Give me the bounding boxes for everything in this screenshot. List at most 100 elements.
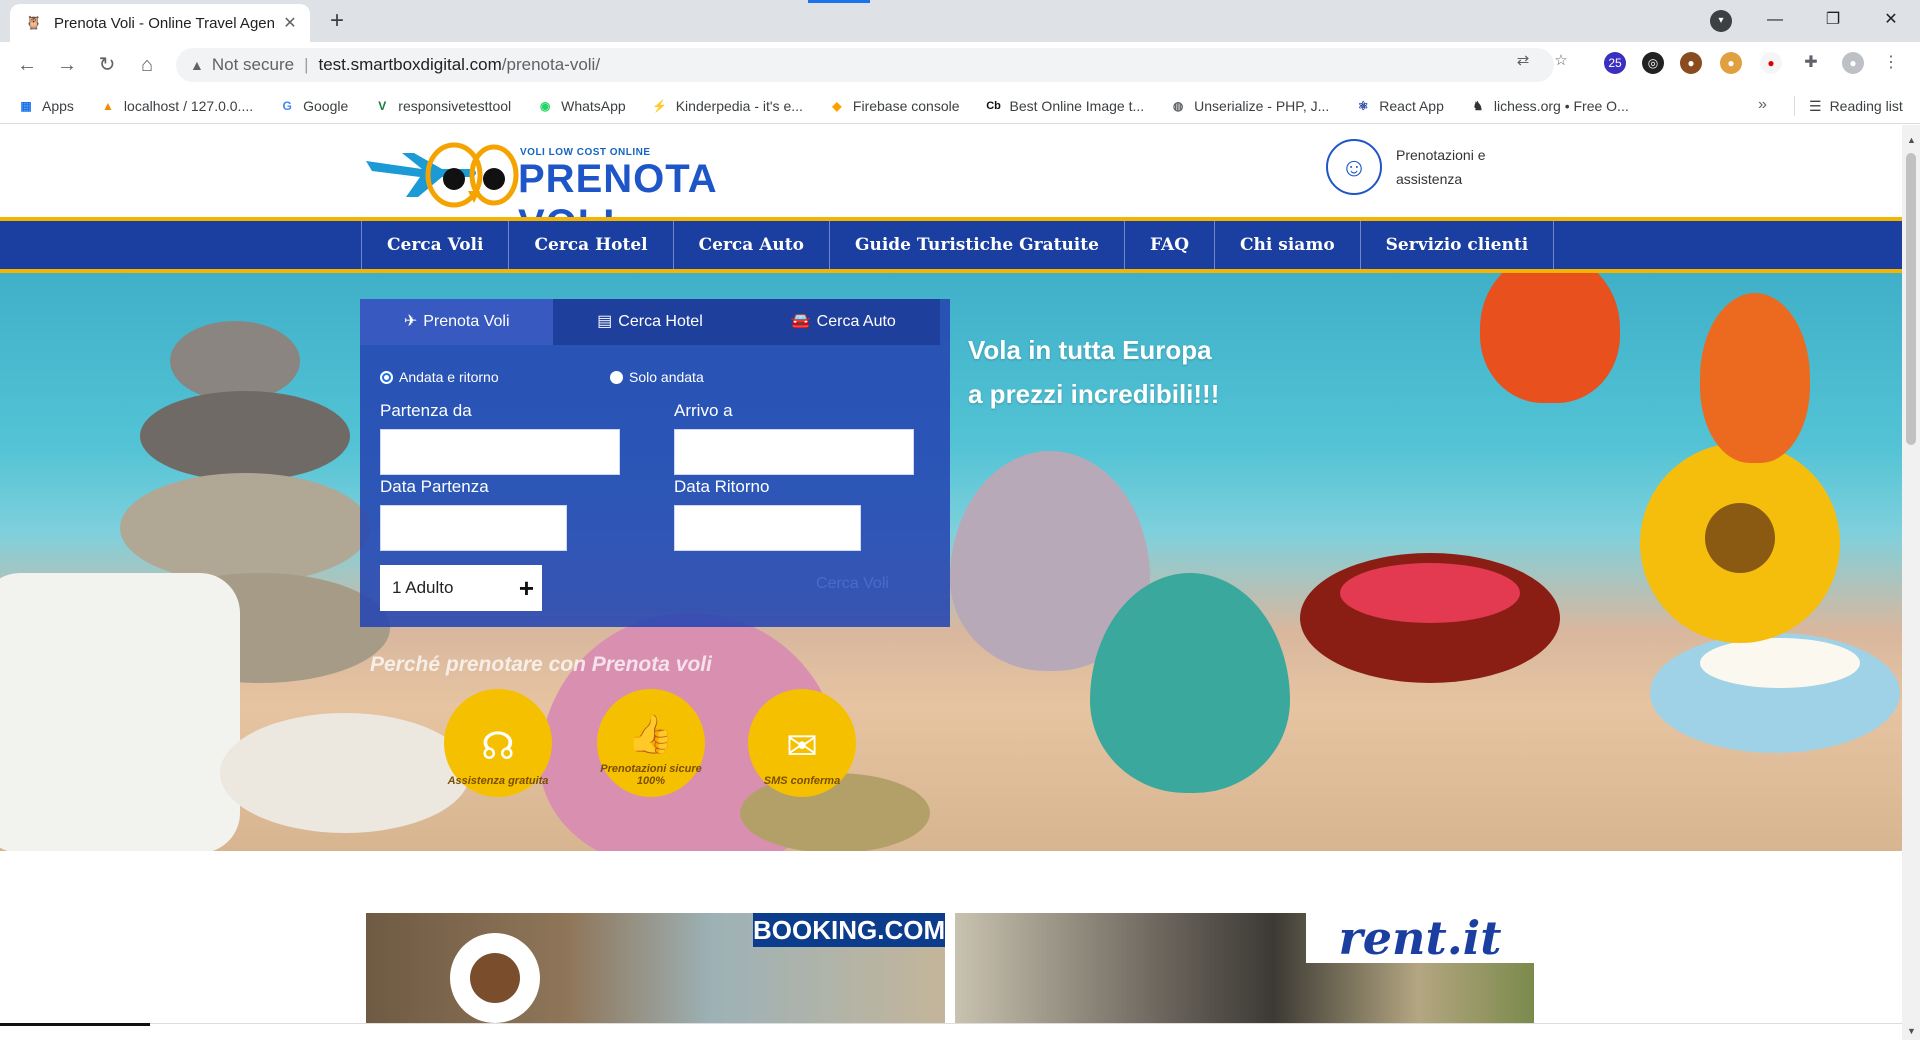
reading-list-label: Reading list [1829, 98, 1903, 114]
rent-promo-banner[interactable]: rent.it [955, 913, 1534, 1040]
nav-chi-siamo[interactable]: Chi siamo [1215, 221, 1361, 269]
home-icon[interactable]: ⌂ [132, 50, 162, 80]
bookmark-label: localhost / 127.0.0.... [123, 97, 254, 114]
bookmark-image-tool[interactable]: Cb Best Online Image t... [986, 98, 1144, 114]
security-label: Not secure [211, 55, 295, 74]
search-tabs: ✈ Prenota Voli ▤ Cerca Hotel 🚘 Cerca Auto [360, 299, 940, 345]
depart-date-input[interactable] [380, 505, 567, 551]
address-bar[interactable]: ▲ Not secure | test.smartboxdigital.com/… [176, 48, 1554, 82]
tab-label: Prenota Voli [423, 313, 510, 330]
bookmark-label: Unserialize - PHP, J... [1194, 97, 1330, 114]
page-scrollbar[interactable]: ▲ ▼ [1902, 125, 1920, 1040]
bookmark-label: Google [303, 97, 349, 114]
cookie-extension-icon[interactable]: ● [1680, 52, 1702, 74]
forward-icon[interactable]: → [52, 50, 82, 80]
radio-roundtrip[interactable]: Andata e ritorno [380, 369, 499, 385]
scroll-down-icon[interactable]: ▼ [1907, 1026, 1916, 1036]
kinderpedia-icon: ⚡ [652, 98, 668, 113]
radio-selected-icon [380, 370, 393, 384]
bookmark-label: React App [1379, 97, 1444, 114]
bookmark-star-icon[interactable]: ☆ [1550, 50, 1572, 72]
nav-cerca-voli[interactable]: Cerca Voli [362, 221, 510, 269]
new-tab-button[interactable]: + [322, 6, 352, 36]
candle-decoration [1700, 638, 1860, 688]
scroll-up-icon[interactable]: ▲ [1907, 135, 1916, 145]
hero-line-1: Vola in tutta Europa [968, 335, 1212, 365]
bookmark-label: lichess.org • Free O... [1493, 97, 1629, 114]
extension-badge-count: 25 [1608, 56, 1622, 70]
sms-icon: ✉ [786, 726, 818, 768]
nav-guide-turistiche[interactable]: Guide Turistiche Gratuite [830, 221, 1125, 269]
bookmark-responsivetesttool[interactable]: Vresponsivetesttool [374, 98, 511, 114]
bookmark-apps[interactable]: ▦ Apps [18, 98, 74, 114]
stone-decoration [170, 321, 300, 401]
add-passenger-icon[interactable]: + [519, 573, 534, 604]
bookmark-react-app[interactable]: ⚛ React App [1355, 98, 1444, 114]
extension-ball-icon[interactable]: ◎ [1642, 52, 1664, 74]
google-icon: G [282, 98, 292, 113]
profile-avatar-icon[interactable]: ● [1842, 52, 1864, 74]
tab-prenota-voli[interactable]: ✈ Prenota Voli [360, 299, 554, 345]
tab-cerca-auto[interactable]: 🚘 Cerca Auto [747, 299, 940, 345]
nav-faq[interactable]: FAQ [1125, 221, 1216, 269]
reading-list-icon: ☰ [1809, 97, 1822, 114]
radio-label: Solo andata [629, 369, 704, 385]
nav-servizio-clienti[interactable]: Servizio clienti [1361, 221, 1555, 269]
return-date-input[interactable] [674, 505, 861, 551]
page-viewport: VOLI LOW COST ONLINE PRENOTA VOLI ☺ Pren… [0, 125, 1902, 1040]
hero-headline: Vola in tutta Europa a prezzi incredibil… [968, 328, 1219, 416]
bookmark-lichess[interactable]: ♞ lichess.org • Free O... [1470, 98, 1629, 114]
bookmark-google[interactable]: G Google [279, 98, 348, 114]
url-host: test.smartboxdigital.com [318, 55, 502, 74]
to-input[interactable] [674, 429, 914, 475]
perk-label: Assistenza gratuita [447, 775, 549, 787]
reload-icon[interactable]: ↻ [92, 50, 122, 80]
bookmarks-overflow-button[interactable]: » [1758, 96, 1767, 114]
translate-icon[interactable]: ⇄ [1512, 50, 1534, 72]
not-secure-warning-icon[interactable]: ▲ [190, 57, 204, 73]
minimize-icon[interactable]: — [1752, 0, 1798, 40]
radio-oneway[interactable]: Solo andata [610, 369, 704, 385]
extension-badge-icon[interactable]: 25 [1604, 52, 1626, 74]
tulip-decoration [1700, 293, 1810, 463]
extensions-puzzle-icon[interactable]: ✚ [1800, 52, 1822, 74]
download-shelf [0, 1023, 1902, 1040]
cookie-editor-icon[interactable]: ● [1720, 52, 1742, 74]
perk-label: Prenotazioni sicure 100% [600, 763, 702, 787]
scrollbar-thumb[interactable] [1906, 153, 1916, 445]
bookmark-unserialize[interactable]: ◍ Unserialize - PHP, J... [1170, 98, 1329, 114]
owl-plane-logo-icon [366, 142, 519, 208]
browser-tab[interactable]: 🦉 Prenota Voli - Online Travel Agen ✕ [10, 4, 310, 42]
bookmark-whatsapp[interactable]: ◉ WhatsApp [537, 98, 626, 114]
nav-cerca-hotel[interactable]: Cerca Hotel [509, 221, 674, 269]
bookmark-localhost[interactable]: ▲ localhost / 127.0.0.... [100, 98, 253, 114]
passenger-selector[interactable]: 1 Adulto + [380, 565, 542, 611]
site-logo[interactable]: VOLI LOW COST ONLINE PRENOTA VOLI [362, 131, 762, 246]
nav-cerca-auto[interactable]: Cerca Auto [674, 221, 830, 269]
close-window-icon[interactable]: ✕ [1868, 0, 1914, 40]
booking-promo-banner[interactable]: BOOKING.COM [366, 913, 945, 1040]
bookmark-kinderpedia[interactable]: ⚡ Kinderpedia - it's e... [652, 98, 803, 114]
search-flights-button[interactable]: Cerca Voli [816, 575, 889, 593]
phpmyadmin-icon: ▲ [101, 98, 114, 113]
reading-list-button[interactable]: ☰ Reading list [1794, 96, 1903, 116]
restore-icon[interactable]: ❐ [1810, 0, 1856, 40]
close-tab-icon[interactable]: ✕ [280, 13, 300, 33]
support-contact[interactable]: ☺ Prenotazioni e assistenza [1326, 139, 1506, 195]
towel-decoration [0, 573, 240, 851]
browser-menu-icon[interactable]: ⋮ [1880, 52, 1902, 74]
bookmarks-bar: ▦ Apps ▲ localhost / 127.0.0.... G Google V… [0, 88, 1920, 124]
tab-cerca-hotel[interactable]: ▤ Cerca Hotel [553, 299, 746, 345]
candle-decoration [1340, 563, 1520, 623]
bookmark-label: WhatsApp [561, 97, 626, 114]
booking-logo: BOOKING.COM [753, 913, 945, 947]
bookmark-firebase[interactable]: ◆ Firebase console [829, 98, 959, 114]
tab-search-icon[interactable]: ▾ [1710, 10, 1732, 32]
perk-prenotazioni-sicure: 👍 Prenotazioni sicure 100% [597, 689, 705, 797]
perk-sms-conferma: ✉ SMS conferma [748, 689, 856, 797]
record-extension-icon[interactable]: ● [1760, 52, 1782, 74]
from-input[interactable] [380, 429, 620, 475]
hero-line-2: a prezzi incredibili!!! [968, 379, 1220, 409]
back-icon[interactable]: ← [12, 50, 42, 80]
bookmark-label: Kinderpedia - it's e... [675, 97, 803, 114]
